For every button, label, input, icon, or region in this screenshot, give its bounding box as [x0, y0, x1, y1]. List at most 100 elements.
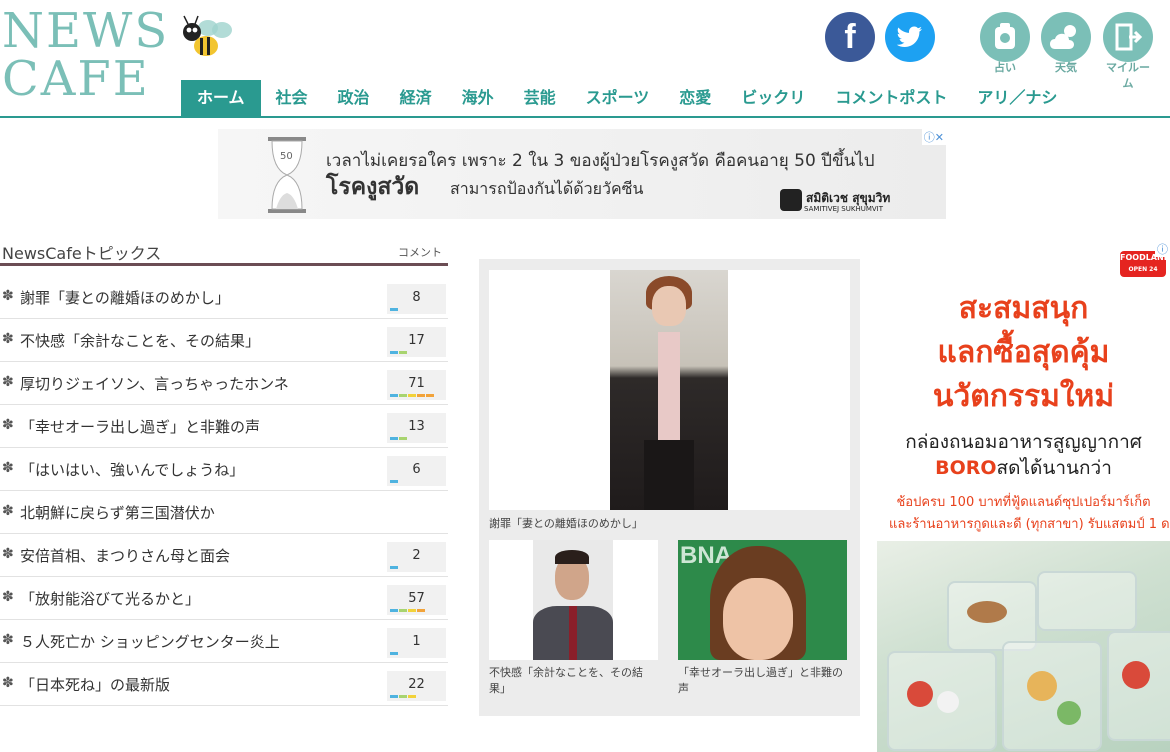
comment-count-box[interactable]: 13: [387, 413, 446, 443]
comment-count-box[interactable]: 57: [387, 585, 446, 615]
comment-count-box[interactable]: 71: [387, 370, 446, 400]
logo-news-text: NEWS: [2, 3, 170, 59]
ad-right-headline-1: สะสมสนุก: [958, 291, 1089, 326]
right-side-ad[interactable]: FOODLAND OPEN 24 HOURS ⓘ สะสมสนุก แลกซื้…: [877, 241, 1170, 752]
topic-title[interactable]: 「放射能浴びて光るかと」: [20, 588, 200, 609]
heat-bar-segment: [390, 437, 398, 440]
topic-title[interactable]: ５人死亡か ショッピングセンター炎上: [20, 631, 280, 652]
nav-comment-post[interactable]: コメントポスト: [820, 80, 962, 116]
comment-count-box[interactable]: 8: [387, 284, 446, 314]
nav-world[interactable]: 海外: [447, 80, 509, 116]
topic-row[interactable]: ✽ ５人死亡か ショッピングセンター炎上 1: [0, 620, 448, 663]
topic-title[interactable]: 厚切りジェイソン、言っちゃったホンネ: [20, 373, 289, 394]
topic-row[interactable]: ✽ 謝罪「妻との離婚ほのめかし」 8: [0, 276, 448, 319]
comment-count: 1: [412, 634, 421, 649]
food-containers-image: [877, 541, 1170, 752]
nav-surprise[interactable]: ビックリ: [726, 80, 820, 116]
comment-count: 8: [412, 290, 421, 305]
comment-count-box[interactable]: 1: [387, 628, 446, 658]
comment-count: 13: [408, 419, 425, 434]
topic-row[interactable]: ✽ 不快感「余計なことを、その結果」 17: [0, 319, 448, 362]
logo-cafe-text: CAFE: [2, 51, 150, 107]
bullet-icon: ✽: [2, 417, 14, 433]
nav-ari-nashi[interactable]: アリ／ナシ: [962, 80, 1072, 116]
heat-bar-segment: [390, 351, 398, 354]
fortune-label: 占い: [994, 61, 1016, 74]
weather-label: 天気: [1055, 61, 1077, 74]
nav-home[interactable]: ホーム: [181, 80, 261, 116]
topic-row[interactable]: ✽ 安倍首相、まつりさん母と面会 2: [0, 534, 448, 577]
heat-bar-segment: [390, 652, 398, 655]
comment-heat-bar: [390, 695, 417, 698]
nav-economy[interactable]: 経済: [385, 80, 447, 116]
main-photo-caption[interactable]: 謝罪「妻との離婚ほのめかし」: [489, 515, 643, 531]
main-photo[interactable]: [489, 270, 850, 510]
adchoices-icon[interactable]: ⓘ✕: [921, 129, 946, 145]
heat-bar-segment: [417, 609, 425, 612]
adchoices-icon-right[interactable]: ⓘ: [1155, 241, 1170, 257]
bullet-icon: ✽: [2, 632, 14, 648]
ad-right-small1: ช้อปครบ 100 บาทที่ฟู้ดแลนด์ซุปเปอร์มาร์เ…: [896, 495, 1151, 510]
comment-heat-bar: [390, 351, 408, 354]
heat-bar-segment: [390, 394, 398, 397]
topic-title[interactable]: 不快感「余計なことを、その結果」: [20, 330, 260, 351]
facebook-icon: f: [844, 17, 856, 56]
main-nav: ホーム 社会 政治 経済 海外 芸能 スポーツ 恋愛 ビックリ コメントポスト …: [181, 80, 1170, 116]
topic-list: ✽ 謝罪「妻との離婚ほのめかし」 8 ✽ 不快感「余計なことを、その結果」 17 ✽ 厚切りジ…: [0, 276, 448, 706]
topics-title: NewsCafeトピックス: [2, 244, 162, 263]
weather-button[interactable]: 天気: [1040, 12, 1092, 75]
topic-title[interactable]: 北朝鮮に戻らず第三国潜伏か: [20, 502, 215, 523]
comment-heat-bar: [390, 652, 399, 655]
nav-divider: [0, 116, 1170, 118]
small-photo-1[interactable]: [489, 540, 658, 660]
fortune-button[interactable]: 占い: [979, 12, 1031, 75]
small-photo-2-image: BNA: [678, 540, 847, 660]
heat-bar-segment: [390, 695, 398, 698]
facebook-button[interactable]: f: [825, 12, 875, 62]
small-photo-1-caption[interactable]: 不快感「余計なことを、その結果」: [489, 665, 658, 697]
twitter-button[interactable]: [885, 12, 935, 62]
topic-row[interactable]: ✽ 「はいはい、強いんでしょうね」 6: [0, 448, 448, 491]
heat-bar-segment: [390, 609, 398, 612]
small-photo-2[interactable]: BNA: [678, 540, 847, 660]
nav-love[interactable]: 恋愛: [664, 80, 726, 116]
heat-bar-segment: [408, 394, 416, 397]
bullet-icon: ✽: [2, 331, 14, 347]
hourglass-label: 50: [280, 151, 293, 162]
topic-row[interactable]: ✽ 「放射能浴びて光るかと」 57: [0, 577, 448, 620]
topic-row[interactable]: ✽ 北朝鮮に戻らず第三国潜伏か: [0, 491, 448, 534]
topic-title[interactable]: 「日本死ね」の最新版: [20, 674, 170, 695]
comment-count-box[interactable]: 22: [387, 671, 446, 701]
bee-icon: [183, 15, 232, 56]
topic-title[interactable]: 「はいはい、強いんでしょうね」: [20, 459, 244, 480]
nav-sports[interactable]: スポーツ: [571, 80, 665, 116]
topic-row[interactable]: ✽ 「幸せオーラ出し過ぎ」と非難の声 13: [0, 405, 448, 448]
topic-title[interactable]: 「幸せオーラ出し過ぎ」と非難の声: [20, 416, 260, 437]
nav-politics[interactable]: 政治: [323, 80, 385, 116]
photo-panel: 謝罪「妻との離婚ほのめかし」 BNA 不快感「余計なことを、その結果」 「幸せオ…: [479, 259, 860, 716]
comment-column-label: コメント: [398, 246, 442, 259]
comment-heat-bar: [390, 480, 399, 483]
ad-top-line2-big: โรคงูสวัด: [326, 174, 420, 200]
ad-top-line2-rest: สามารถป้องกันได้ด้วยวัคซีน: [450, 179, 644, 198]
comment-count: 22: [408, 677, 425, 692]
topic-row[interactable]: ✽ 「日本死ね」の最新版 22: [0, 663, 448, 706]
comment-count-box[interactable]: 2: [387, 542, 446, 572]
topic-row[interactable]: ✽ 厚切りジェイソン、言っちゃったホンネ 71: [0, 362, 448, 405]
top-banner-ad[interactable]: 50 เวลาไม่เคยรอใคร เพราะ 2 ใน 3 ของผู้ป่…: [218, 129, 946, 219]
nav-society[interactable]: 社会: [261, 80, 323, 116]
nav-entertainment[interactable]: 芸能: [509, 80, 571, 116]
weather-icon: [1050, 25, 1076, 49]
comment-heat-bar: [390, 566, 399, 569]
heat-bar-segment: [408, 609, 416, 612]
bullet-icon: ✽: [2, 503, 14, 519]
comment-count-box[interactable]: 6: [387, 456, 446, 486]
heat-bar-segment: [426, 394, 434, 397]
heat-bar-segment: [399, 437, 407, 440]
small-photo-2-caption[interactable]: 「幸せオーラ出し過ぎ」と非難の声: [678, 665, 847, 697]
comment-count: 71: [408, 376, 425, 391]
comment-count-box[interactable]: 17: [387, 327, 446, 357]
topic-title[interactable]: 謝罪「妻との離婚ほのめかし」: [20, 287, 230, 308]
bullet-icon: ✽: [2, 589, 14, 605]
topic-title[interactable]: 安倍首相、まつりさん母と面会: [20, 545, 230, 566]
